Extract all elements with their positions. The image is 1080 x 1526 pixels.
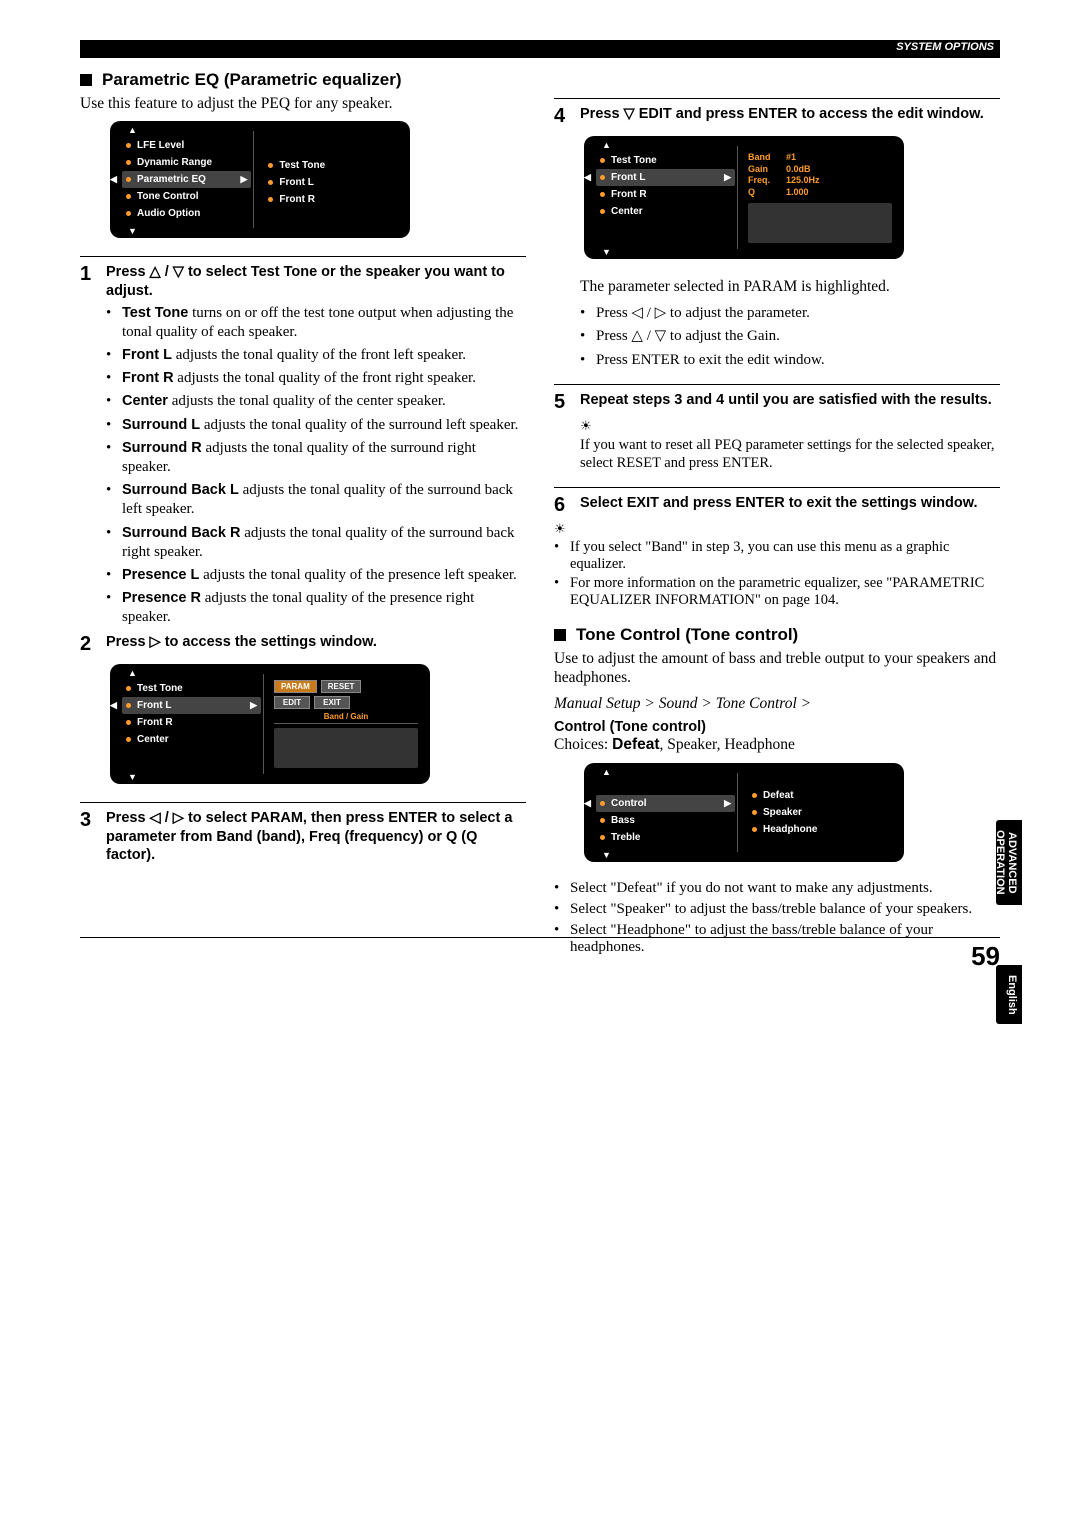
menu-item: Tone Control xyxy=(122,188,251,205)
menu-item: Front R xyxy=(596,186,735,203)
step-6-notes: •If you select "Band" in step 3, you can… xyxy=(554,539,1000,609)
step-2: 2 Press ▷ to access the settings window. xyxy=(80,633,526,656)
tone-menu-screenshot: ▲ ▼ ◀Control▶ Bass Treble Defeat Speaker… xyxy=(584,763,904,862)
page-number: 59 xyxy=(971,941,1000,972)
step-3: 3 Press ◁ / ▷ to select PARAM, then pres… xyxy=(80,802,526,863)
edit-button: EDIT xyxy=(274,696,310,709)
header-system-options: SYSTEM OPTIONS xyxy=(896,41,994,53)
step-head: Press ◁ / ▷ to select PARAM, then press … xyxy=(106,809,526,863)
scroll-down-icon: ▼ xyxy=(128,772,137,782)
tone-heading: Tone Control (Tone control) xyxy=(554,625,1000,645)
tone-bullets: •Select "Defeat" if you do not want to m… xyxy=(554,880,1000,956)
menu-item: Speaker xyxy=(748,804,892,821)
menu-item: Test Tone xyxy=(122,680,261,697)
scroll-up-icon: ▲ xyxy=(128,668,137,678)
menu-item: Defeat xyxy=(748,787,892,804)
left-column: Parametric EQ (Parametric equalizer) Use… xyxy=(80,70,526,960)
step-number: 1 xyxy=(80,263,106,299)
step-number: 3 xyxy=(80,809,106,863)
step-4: 4 Press ▽ EDIT and press ENTER to access… xyxy=(554,98,1000,128)
menu-item-selected: ◀Front L▶ xyxy=(596,169,735,186)
step-1: 1 Press △ / ▽ to select Test Tone or the… xyxy=(80,256,526,299)
peq-title: Parametric EQ (Parametric equalizer) xyxy=(102,70,402,90)
step-head: Press ▽ EDIT and press ENTER to access t… xyxy=(580,105,1000,128)
param-button: PARAM xyxy=(274,680,317,693)
step-4-bullets: •Press ◁ / ▷ to adjust the parameter. •P… xyxy=(580,304,1000,370)
menu-item: Front R xyxy=(264,191,398,208)
tone-intro: Use to adjust the amount of bass and tre… xyxy=(554,649,1000,688)
scroll-down-icon: ▼ xyxy=(128,226,137,236)
step-6: 6 Select EXIT and press ENTER to exit th… xyxy=(554,487,1000,517)
tab-advanced-operation: ADVANCEDOPERATION xyxy=(996,820,1022,905)
step-number: 6 xyxy=(554,494,580,517)
scroll-up-icon: ▲ xyxy=(128,125,137,135)
scroll-down-icon: ▼ xyxy=(602,850,611,860)
tone-sub: Control (Tone control) xyxy=(554,719,1000,735)
menu-item: Bass xyxy=(596,812,735,829)
scroll-up-icon: ▲ xyxy=(602,140,611,150)
step-number: 2 xyxy=(80,633,106,656)
menu-item: Audio Option xyxy=(122,205,251,222)
band-gain-label: Band / Gain xyxy=(274,712,418,724)
menu-item: Test Tone xyxy=(264,157,398,174)
tab-english: English xyxy=(996,965,1022,1025)
header-bar: SYSTEM OPTIONS xyxy=(80,40,1000,58)
step-head: Press ▷ to access the settings window. xyxy=(106,633,526,656)
square-bullet-icon xyxy=(80,74,92,86)
right-column: 4 Press ▽ EDIT and press ENTER to access… xyxy=(554,70,1000,960)
menu-item: LFE Level xyxy=(122,137,251,154)
menu-item: Test Tone xyxy=(596,152,735,169)
menu-item: Front L xyxy=(264,174,398,191)
square-bullet-icon xyxy=(554,629,566,641)
menu-item: Treble xyxy=(596,829,735,846)
peq-intro: Use this feature to adjust the PEQ for a… xyxy=(80,94,526,113)
step-head: Repeat steps 3 and 4 until you are satis… xyxy=(580,391,1000,414)
peq-menu-screenshot-3: ▲ ▼ Test Tone ◀Front L▶ Front R Center B… xyxy=(584,136,904,259)
tip-icon: ☀ xyxy=(580,418,1000,435)
peq-menu-screenshot-2: ▲ ▼ Test Tone ◀Front L▶ Front R Center P… xyxy=(110,664,430,784)
tone-path: Manual Setup > Sound > Tone Control > xyxy=(554,695,1000,713)
step-head: Select EXIT and press ENTER to exit the … xyxy=(580,494,1000,517)
step-4-after: The parameter selected in PARAM is highl… xyxy=(580,277,1000,296)
menu-item: Front R xyxy=(122,714,261,731)
step-number: 5 xyxy=(554,391,580,414)
step-head: Press △ / ▽ to select Test Tone or the s… xyxy=(106,263,526,299)
menu-item: Dynamic Range xyxy=(122,154,251,171)
peq-menu-screenshot-1: ▲ ▼ LFE Level Dynamic Range ◀Parametric … xyxy=(110,121,410,238)
footer-rule xyxy=(80,937,1000,938)
menu-item: Headphone xyxy=(748,821,892,838)
tone-title: Tone Control (Tone control) xyxy=(576,625,798,645)
step-5-hint: If you want to reset all PEQ parameter s… xyxy=(580,436,1000,472)
peq-heading: Parametric EQ (Parametric equalizer) xyxy=(80,70,526,90)
tone-choices: Choices: Defeat, Speaker, Headphone xyxy=(554,735,1000,754)
scroll-down-icon: ▼ xyxy=(602,247,611,257)
step-number: 4 xyxy=(554,105,580,128)
menu-item: Center xyxy=(122,731,261,748)
menu-item-selected: ◀Control▶ xyxy=(596,795,735,812)
reset-button: RESET xyxy=(321,680,362,693)
scroll-up-icon: ▲ xyxy=(602,767,611,777)
step-5: 5 Repeat steps 3 and 4 until you are sat… xyxy=(554,384,1000,414)
menu-item-selected: ◀Parametric EQ▶ xyxy=(122,171,251,188)
tip-icon: ☀ xyxy=(554,521,1000,537)
menu-item: Center xyxy=(596,203,735,220)
exit-button: EXIT xyxy=(314,696,350,709)
menu-item-selected: ◀Front L▶ xyxy=(122,697,261,714)
step-1-bullets: •Test Tone turns on or off the test tone… xyxy=(106,304,526,628)
